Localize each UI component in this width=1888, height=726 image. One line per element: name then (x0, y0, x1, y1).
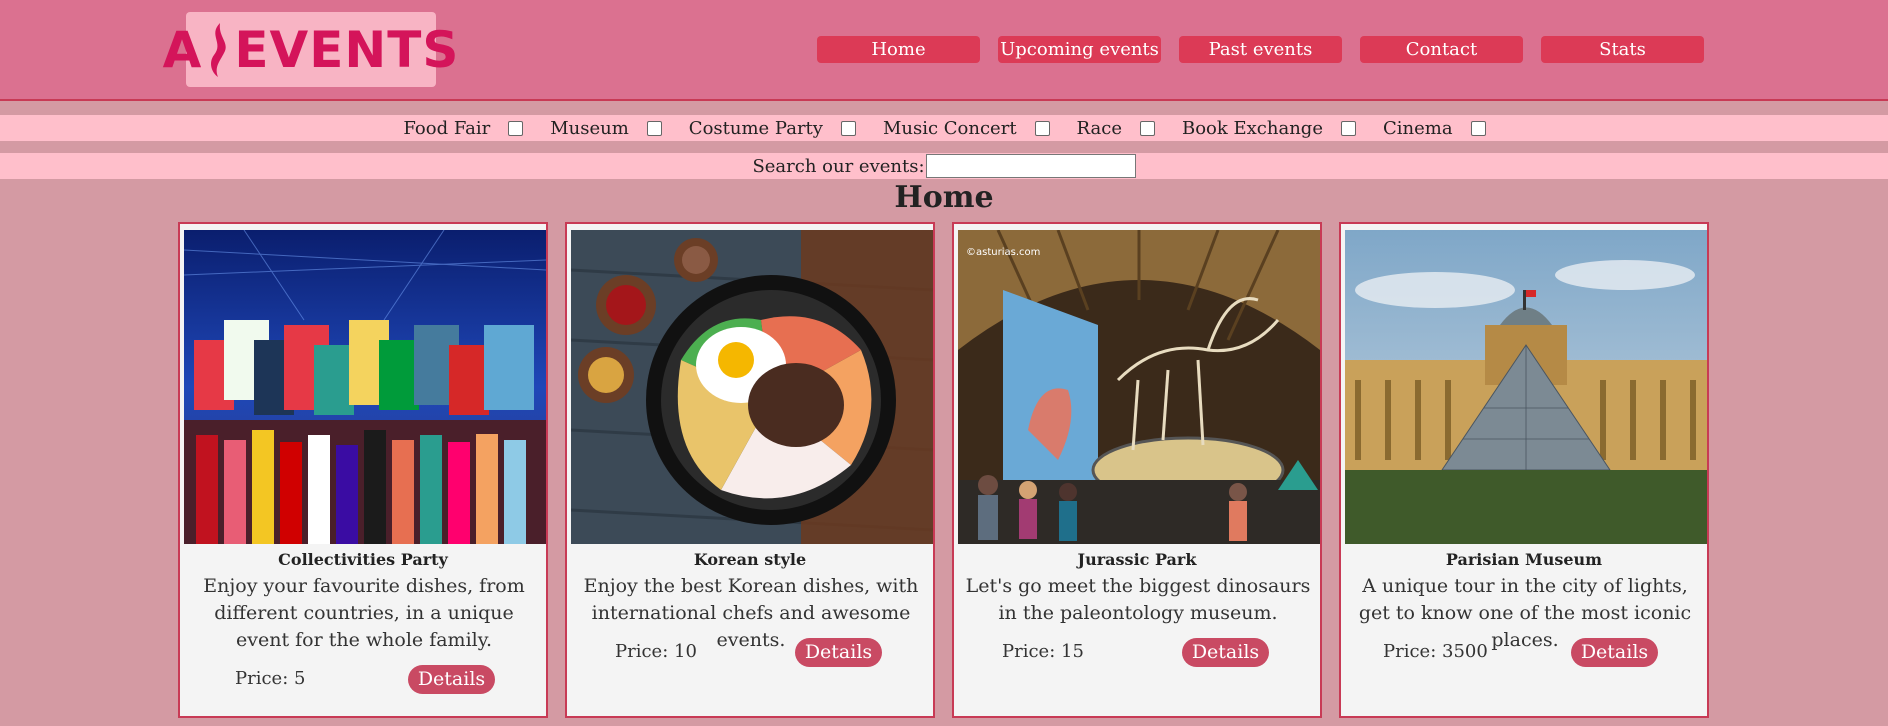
filter-costume-party[interactable]: Costume Party (689, 118, 856, 139)
logo-word: EVENTS (234, 20, 460, 79)
filter-label: Music Concert (882, 117, 1017, 139)
logo-text: A EVENTS (163, 21, 460, 79)
search-input[interactable] (925, 154, 1136, 178)
filter-book-exchange[interactable]: Book Exchange (1182, 118, 1356, 139)
filter-label: Costume Party (688, 117, 823, 139)
event-title: Korean style (693, 550, 807, 569)
nav-stats[interactable]: Stats (1541, 36, 1704, 63)
filter-label: Book Exchange (1181, 117, 1323, 139)
event-image-flags-party (184, 230, 546, 544)
event-card: ©asturias.com Jurassic Park Let's go mee… (952, 222, 1322, 718)
event-price: Price: 5 (235, 668, 306, 689)
nav-contact[interactable]: Contact (1360, 36, 1523, 63)
event-image-dinosaur-museum: ©asturias.com (958, 230, 1320, 544)
event-description: Enjoy your favourite dishes, from differ… (203, 575, 525, 651)
event-title: Parisian Museum (1445, 550, 1603, 569)
filter-label: Food Fair (403, 117, 491, 139)
nav-home[interactable]: Home (817, 36, 980, 63)
search-bar: Search our events: (0, 153, 1888, 179)
filter-race[interactable]: Race (1077, 118, 1155, 139)
filter-checkbox[interactable] (840, 120, 856, 136)
event-price: Price: 10 (615, 641, 697, 662)
filter-checkbox[interactable] (1034, 120, 1050, 136)
event-price: Price: 3500 (1383, 641, 1488, 662)
details-button[interactable]: Details (795, 638, 882, 667)
filter-label: Museum (550, 117, 629, 139)
event-price: Price: 15 (1002, 641, 1084, 662)
nav-past-events[interactable]: Past events (1179, 36, 1342, 63)
image-watermark: ©asturias.com (966, 247, 1040, 258)
event-description: Let's go meet the biggest dinosaurs in t… (965, 575, 1311, 624)
filter-checkbox[interactable] (1470, 120, 1486, 136)
nav-upcoming-events[interactable]: Upcoming events (998, 36, 1161, 63)
event-card: Parisian Museum A unique tour in the cit… (1339, 222, 1709, 718)
filter-food-fair[interactable]: Food Fair (403, 117, 524, 139)
filter-label: Race (1076, 117, 1122, 139)
event-image-korean-dish (571, 230, 933, 544)
search-label: Search our events: (752, 155, 925, 177)
page-title: Home (894, 180, 994, 215)
main-nav: Home Upcoming events Past events Contact… (817, 36, 1704, 63)
event-title: Jurassic Park (1077, 550, 1197, 569)
event-title: Collectivities Party (278, 550, 448, 569)
logo-letter-a: A (162, 20, 203, 79)
filter-checkbox[interactable] (508, 120, 524, 136)
details-button[interactable]: Details (408, 665, 495, 694)
site-header: A EVENTS Home Upcoming events Past event… (0, 0, 1888, 101)
site-logo[interactable]: A EVENTS (163, 12, 458, 87)
filter-music-concert[interactable]: Music Concert (883, 118, 1050, 139)
flame-icon (211, 22, 227, 77)
event-card: Collectivities Party Enjoy your favourit… (178, 222, 548, 718)
event-card: Korean style Enjoy the best Korean dishe… (565, 222, 935, 718)
details-button[interactable]: Details (1182, 638, 1269, 667)
details-button[interactable]: Details (1571, 638, 1658, 667)
filter-cinema[interactable]: Cinema (1383, 118, 1486, 139)
filter-checkbox[interactable] (646, 120, 662, 136)
filter-checkbox[interactable] (1139, 120, 1155, 136)
event-image-louvre (1345, 230, 1707, 544)
filter-checkbox[interactable] (1340, 120, 1356, 136)
category-filters: Food Fair Museum Costume Party Music Con… (0, 115, 1888, 141)
filter-label: Cinema (1382, 117, 1453, 139)
filter-museum[interactable]: Museum (550, 118, 662, 139)
